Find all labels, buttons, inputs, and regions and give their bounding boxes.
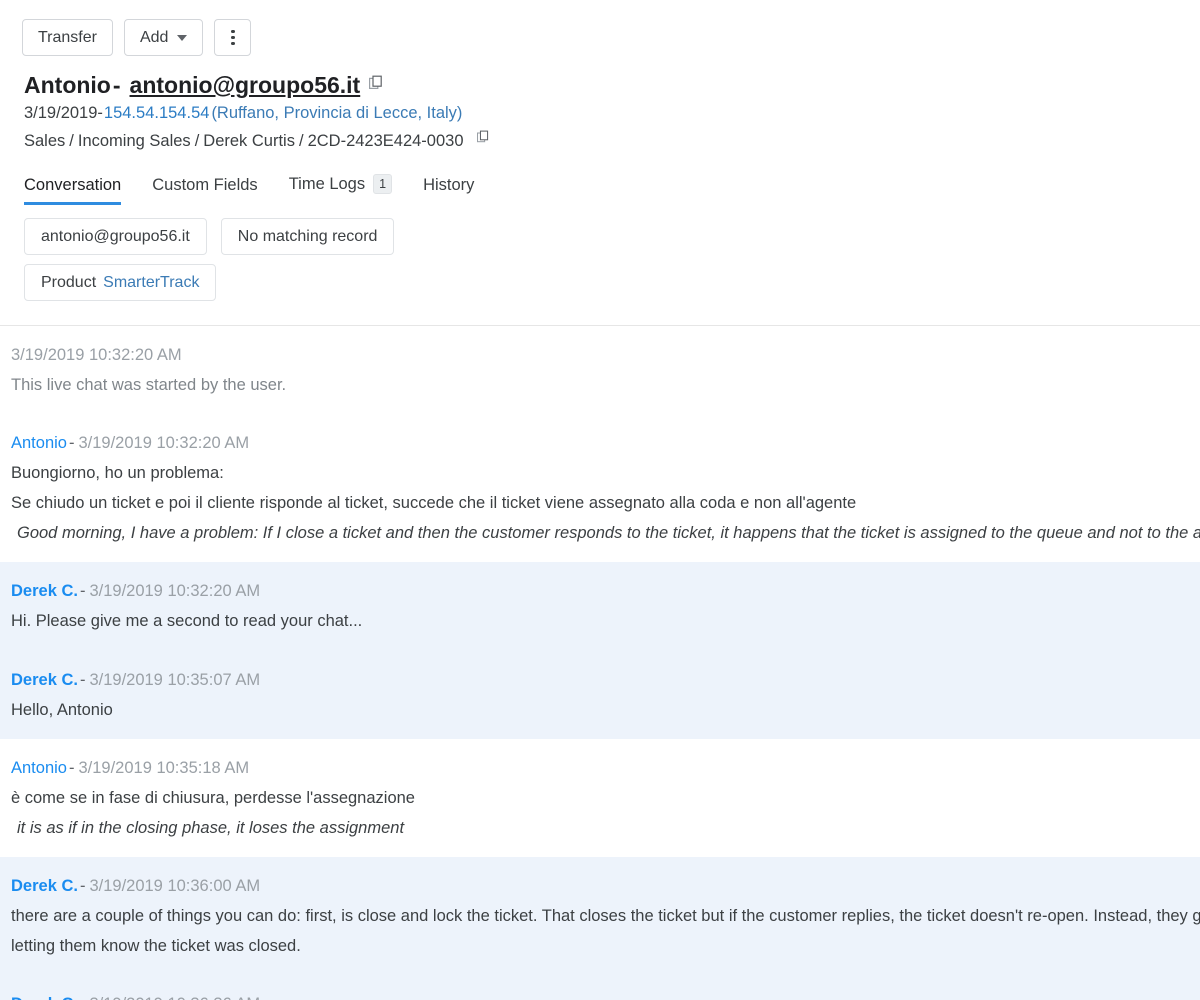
chevron-down-icon	[177, 34, 188, 41]
message-author[interactable]: Derek C.	[11, 995, 78, 1000]
message-body-line: Hi. Please give me a second to read your…	[11, 612, 363, 631]
message-header: Derek C.-3/19/2019 10:36:36 AM	[11, 989, 1200, 1000]
chip-no-matching-record-label: No matching record	[237, 228, 378, 245]
copy-email-icon[interactable]	[369, 70, 384, 97]
transfer-button[interactable]: Transfer	[22, 19, 113, 56]
tab-conversation[interactable]: Conversation	[24, 176, 122, 205]
system-message-text: This live chat was started by the user.	[11, 376, 287, 395]
message-dash: -	[79, 876, 86, 895]
message-time: 3/19/2019 10:35:18 AM	[78, 758, 250, 777]
message-author[interactable]: Derek C.	[11, 671, 78, 689]
chat-date: 3/19/2019-	[24, 104, 103, 123]
ticket-tabs: Conversation Custom Fields Time Logs 1 H…	[0, 155, 1200, 206]
message-header: Antonio -3/19/2019 10:32:20 AM	[11, 428, 1200, 458]
ticket-header: Antonio - antonio@groupo56.it 3/19/2019-…	[0, 56, 1200, 155]
message-body-line: Hello, Antonio	[11, 700, 113, 719]
contact-title-row: Antonio - antonio@groupo56.it	[24, 72, 1200, 99]
message-translation: Good morning, I have a problem: If I clo…	[17, 524, 1200, 543]
message-header: Derek C. -3/19/2019 10:36:00 AM	[11, 871, 1200, 901]
message-author[interactable]: Antonio	[11, 759, 67, 777]
message-dash: -	[68, 758, 75, 777]
ticket-detail-page: Transfer Add Antonio - antonio@groupo56.…	[0, 0, 1200, 1000]
more-options-button[interactable]	[214, 19, 252, 56]
message-translation: it is as if in the closing phase, it los…	[17, 818, 405, 837]
kebab-menu-icon	[231, 29, 235, 46]
contact-name: Antonio	[24, 72, 111, 98]
message-dash: -	[78, 995, 90, 1000]
contact-email-link[interactable]: antonio@groupo56.it	[130, 72, 361, 99]
ticket-attribute-chips: antonio@groupo56.it No matching record P…	[0, 205, 1200, 302]
chip-product-value[interactable]: SmarterTrack	[96, 274, 199, 291]
message-body-line: there are a couple of things you can do:…	[11, 906, 1200, 925]
breadcrumb-separator-3: /	[298, 131, 304, 150]
message-time: 3/19/2019 10:35:07 AM	[89, 670, 261, 689]
message-body-line: Se chiudo un ticket e poi il cliente ris…	[11, 494, 857, 513]
message-customer-2: Antonio -3/19/2019 10:35:18 AM è come se …	[0, 739, 1200, 857]
breadcrumb-separator-2: /	[194, 131, 200, 150]
chip-product-label: Product	[41, 274, 97, 292]
message-header: Derek C. -3/19/2019 10:35:07 AM	[11, 665, 1200, 695]
message-author[interactable]: Antonio	[11, 434, 67, 452]
system-message-time: 3/19/2019 10:32:20 AM	[11, 346, 182, 365]
message-header: Antonio -3/19/2019 10:35:18 AM	[11, 753, 1200, 783]
breadcrumb-agent[interactable]: Derek Curtis	[203, 132, 295, 150]
ip-address-link[interactable]: 154.54.154.54	[103, 104, 210, 122]
chip-row-product: Product SmarterTrack	[24, 264, 217, 302]
breadcrumb-separator-1: /	[69, 131, 74, 150]
message-time: 3/19/2019 10:36:36 AM	[89, 995, 260, 1000]
tab-time-logs-label: Time Logs	[288, 175, 366, 194]
message-agent-4: Derek C.-3/19/2019 10:36:36 AM The other…	[0, 974, 1200, 1000]
origin-meta-row: 3/19/2019-154.54.154.54 (Ruffano, Provinc…	[24, 99, 1200, 127]
geo-location: (Ruffano, Provincia di Lecce, Italy)	[211, 104, 463, 123]
message-agent-3: Derek C. -3/19/2019 10:36:00 AM there are…	[0, 856, 1200, 975]
transfer-button-label: Transfer	[38, 28, 97, 46]
message-author[interactable]: Derek C.	[11, 582, 78, 600]
message-dash: -	[79, 670, 86, 689]
message-body-line: Buongiorno, ho un problema:	[11, 464, 224, 483]
copy-ticket-id-icon[interactable]	[477, 126, 490, 153]
tab-conversation-label: Conversation	[24, 176, 122, 194]
message-system-start: 3/19/2019 10:32:20 AM This live chat was…	[0, 326, 1200, 414]
message-dash: -	[68, 434, 75, 453]
breadcrumb: Sales / Incoming Sales / Derek Curtis/2CD-24…	[24, 128, 1200, 155]
chip-row-contact: antonio@groupo56.it No matching record	[24, 218, 395, 256]
message-customer-1: Antonio -3/19/2019 10:32:20 AM Buongiorno…	[0, 414, 1200, 562]
message-header: Derek C. -3/19/2019 10:32:20 AM	[11, 576, 1200, 606]
tab-time-logs[interactable]: Time Logs 1	[288, 173, 393, 206]
message-time: 3/19/2019 10:32:20 AM	[89, 582, 261, 601]
ticket-toolbar: Transfer Add	[0, 0, 1200, 56]
message-dash: -	[79, 582, 86, 601]
chip-email-label: antonio@groupo56.it	[41, 228, 190, 245]
breadcrumb-department[interactable]: Sales	[24, 132, 65, 150]
tab-custom-fields-label: Custom Fields	[152, 176, 258, 194]
add-dropdown-button[interactable]: Add	[123, 19, 204, 56]
tab-history-label: History	[423, 176, 475, 194]
title-separator: -	[112, 72, 121, 98]
message-agent-2: Derek C. -3/19/2019 10:35:07 AM Hello, An…	[0, 650, 1200, 739]
message-time: 3/19/2019 10:36:00 AM	[89, 876, 261, 895]
chip-no-matching-record[interactable]: No matching record	[220, 218, 395, 256]
message-body-line: letting them know the ticket was closed.	[11, 936, 301, 955]
breadcrumb-group[interactable]: Incoming Sales	[78, 132, 191, 150]
message-body-line: è come se in fase di chiusura, perdesse …	[11, 788, 415, 807]
message-time: 3/19/2019 10:32:20 AM	[78, 434, 250, 453]
ticket-number: 2CD-2423E424-0030	[307, 131, 464, 150]
time-logs-count-badge: 1	[373, 173, 393, 194]
chip-product[interactable]: Product SmarterTrack	[24, 264, 217, 302]
tab-history[interactable]: History	[423, 176, 474, 205]
add-button-label: Add	[139, 28, 169, 46]
tab-custom-fields[interactable]: Custom Fields	[152, 176, 257, 205]
message-agent-1: Derek C. -3/19/2019 10:32:20 AM Hi. Pleas…	[0, 562, 1200, 651]
conversation-thread: 3/19/2019 10:32:20 AM This live chat was…	[0, 326, 1200, 1000]
message-author[interactable]: Derek C.	[11, 877, 78, 895]
chip-email[interactable]: antonio@groupo56.it	[24, 218, 207, 256]
